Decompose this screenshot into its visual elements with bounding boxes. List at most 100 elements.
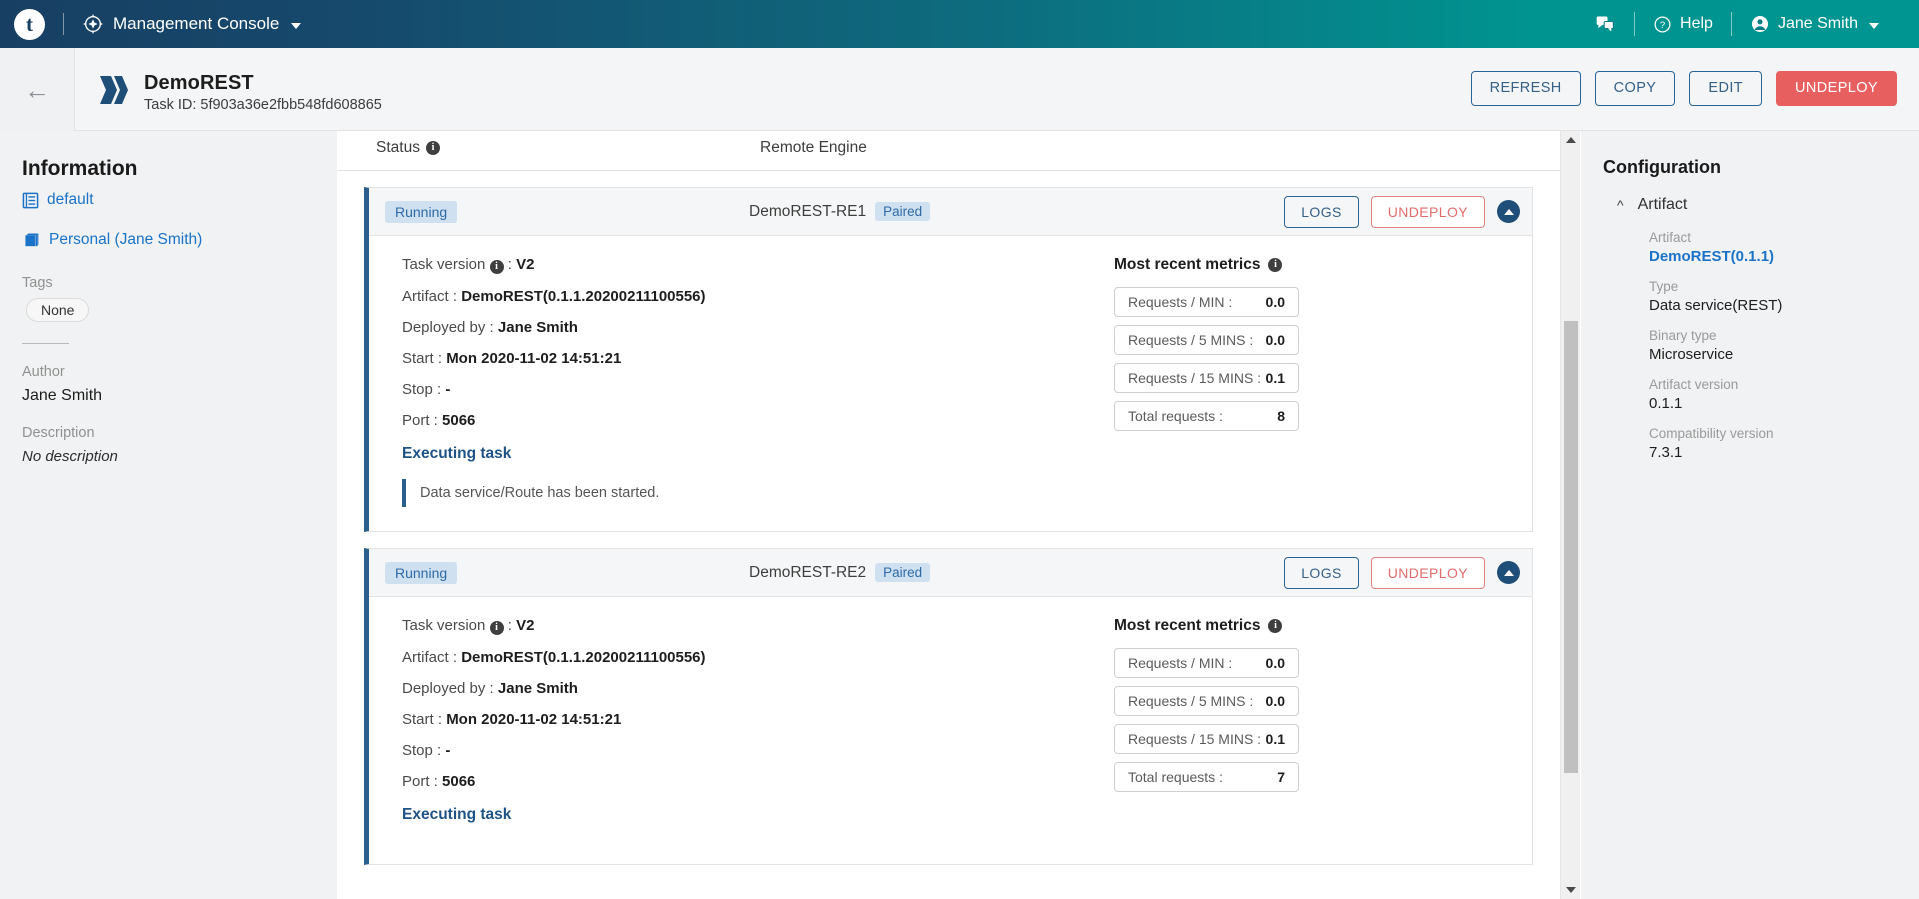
metric-label: Total requests :	[1128, 769, 1223, 785]
metric-value: 0.1	[1265, 370, 1285, 386]
executing-task-title: Executing task	[402, 445, 512, 462]
config-field-value-artifact[interactable]: DemoREST(0.1.1)	[1649, 248, 1899, 265]
information-panel: Information default Personal (Jane Smith…	[0, 131, 337, 899]
deployed-by-row: Deployed by : Jane Smith	[402, 319, 1109, 336]
topbar-right-group: ? Help Jane Smith	[1576, 12, 1919, 36]
undeploy-button[interactable]: UNDEPLOY	[1776, 71, 1897, 106]
chevron-up-icon[interactable]	[1497, 200, 1520, 223]
description-label: Description	[22, 425, 95, 441]
card-undeploy-button[interactable]: UNDEPLOY	[1370, 556, 1485, 589]
metric-row: Requests / MIN : 0.0	[1114, 648, 1299, 678]
metric-row: Total requests : 8	[1114, 401, 1299, 431]
chat-bubbles-icon	[1594, 14, 1616, 34]
metrics-heading: Most recent metrics i	[1114, 617, 1299, 635]
scrollbar-thumb[interactable]	[1564, 321, 1578, 773]
start-row: Start : Mon 2020-11-02 14:51:21	[402, 350, 1109, 367]
task-version-row: Task version i : V2	[402, 256, 535, 274]
question-circle-icon: ?	[1653, 15, 1672, 34]
task-details: Task version i : V2 Artifact : DemoREST(…	[369, 256, 1109, 507]
stop-label: Stop :	[402, 381, 442, 398]
chevron-up-icon: ^	[1617, 197, 1624, 213]
config-field-label: Binary type	[1649, 328, 1717, 343]
tags-value-chip: None	[26, 298, 90, 322]
app-switcher[interactable]: Management Console	[82, 13, 302, 35]
task-card-body: Task version i : V2 Artifact : DemoREST(…	[369, 597, 1532, 864]
topbar-left-group: t Management Console	[0, 8, 302, 40]
configuration-heading: Configuration	[1603, 157, 1721, 177]
card-undeploy-button[interactable]: UNDEPLOY	[1370, 195, 1485, 228]
refresh-button[interactable]: REFRESH	[1470, 71, 1581, 106]
config-field-label: Artifact	[1649, 230, 1692, 245]
books-icon	[24, 232, 41, 249]
back-arrow-icon: ←	[24, 74, 50, 105]
tags-label: Tags	[22, 275, 53, 291]
metric-label: Requests / 15 MINS :	[1128, 370, 1262, 386]
scroll-up-arrow-icon[interactable]	[1561, 131, 1581, 149]
configuration-panel: Configuration ^ Artifact Artifact DemoRE…	[1581, 131, 1919, 899]
artifact-value: DemoREST(0.1.1.20200211100556)	[461, 288, 706, 305]
back-button[interactable]: ←	[0, 48, 75, 131]
info-icon[interactable]: i	[489, 260, 504, 274]
start-label: Start :	[402, 711, 443, 728]
info-icon[interactable]: i	[1268, 619, 1283, 633]
remote-engine-group: DemoREST-RE1 Paired	[749, 202, 931, 221]
chevron-up-icon[interactable]	[1497, 561, 1520, 584]
start-row: Start : Mon 2020-11-02 14:51:21	[402, 711, 1109, 728]
help-button[interactable]: ? Help	[1635, 15, 1731, 34]
port-value: 5066	[442, 412, 476, 429]
metric-value: 7	[1277, 769, 1285, 785]
artifact-value: DemoREST(0.1.1.20200211100556)	[461, 649, 706, 666]
task-card: Running DemoREST-RE1 Paired LOGS UNDEPLO…	[364, 187, 1533, 532]
port-value: 5066	[442, 773, 476, 790]
info-icon[interactable]: i	[489, 621, 504, 635]
edit-button[interactable]: EDIT	[1689, 71, 1763, 106]
configuration-section-title: Artifact	[1637, 196, 1688, 213]
metric-value: 0.0	[1265, 693, 1285, 709]
executing-task-title: Executing task	[402, 806, 512, 823]
user-menu[interactable]: Jane Smith	[1732, 14, 1897, 34]
start-value: Mon 2020-11-02 14:51:21	[446, 711, 622, 728]
metric-value: 8	[1277, 408, 1285, 424]
deployed-by-value: Jane Smith	[497, 319, 578, 336]
task-version-value: V2	[516, 256, 535, 273]
vertical-scrollbar[interactable]	[1560, 131, 1580, 899]
port-row: Port : 5066	[402, 412, 1109, 429]
configuration-section-artifact[interactable]: ^ Artifact	[1617, 196, 1899, 214]
brand-logo-icon[interactable]: t	[14, 8, 45, 40]
info-icon[interactable]: i	[1268, 258, 1283, 272]
list-document-icon	[22, 192, 39, 209]
svg-text:?: ?	[1660, 19, 1665, 30]
config-field-label: Compatibility version	[1649, 426, 1774, 441]
chevron-down-icon	[291, 23, 302, 29]
workspace-link[interactable]: Personal (Jane Smith)	[24, 231, 315, 249]
config-field-value-compatibility-version: 7.3.1	[1649, 444, 1683, 461]
config-field-value-type: Data service(REST)	[1649, 297, 1783, 314]
config-field-label: Artifact version	[1649, 377, 1739, 392]
remote-engine-name: DemoREST-RE2	[749, 563, 867, 581]
artifact-label: Artifact :	[402, 649, 458, 666]
info-icon[interactable]: i	[425, 141, 440, 155]
metrics-panel: Most recent metrics i Requests / MIN : 0…	[1109, 617, 1299, 840]
copy-button[interactable]: COPY	[1594, 71, 1676, 106]
scroll-down-arrow-icon[interactable]	[1561, 881, 1581, 899]
task-card-header: Running DemoREST-RE2 Paired LOGS UNDEPLO…	[369, 549, 1532, 597]
task-card-header: Running DemoREST-RE1 Paired LOGS UNDEPLO…	[369, 188, 1532, 236]
data-service-icon	[98, 73, 132, 107]
config-field-value-binary-type: Microservice	[1649, 346, 1734, 363]
domain-link[interactable]: default	[22, 191, 315, 209]
topbar-divider	[63, 13, 64, 35]
metric-row: Requests / 15 MINS : 0.1	[1114, 724, 1299, 754]
stop-label: Stop :	[402, 742, 442, 759]
messages-button[interactable]	[1576, 14, 1634, 34]
deployed-by-value: Jane Smith	[497, 680, 578, 697]
task-card-actions: LOGS UNDEPLOY	[1284, 195, 1520, 228]
page-title: DemoREST	[144, 72, 254, 94]
metric-label: Total requests :	[1128, 408, 1223, 424]
metric-row: Requests / 5 MINS : 0.0	[1114, 325, 1299, 355]
column-header-status: Status i	[376, 139, 440, 157]
logs-button[interactable]: LOGS	[1284, 195, 1359, 228]
stop-row: Stop : -	[402, 381, 1109, 398]
artifact-label: Artifact :	[402, 288, 458, 305]
logs-button[interactable]: LOGS	[1284, 556, 1359, 589]
artifact-row: Artifact : DemoREST(0.1.1.20200211100556…	[402, 649, 1109, 666]
